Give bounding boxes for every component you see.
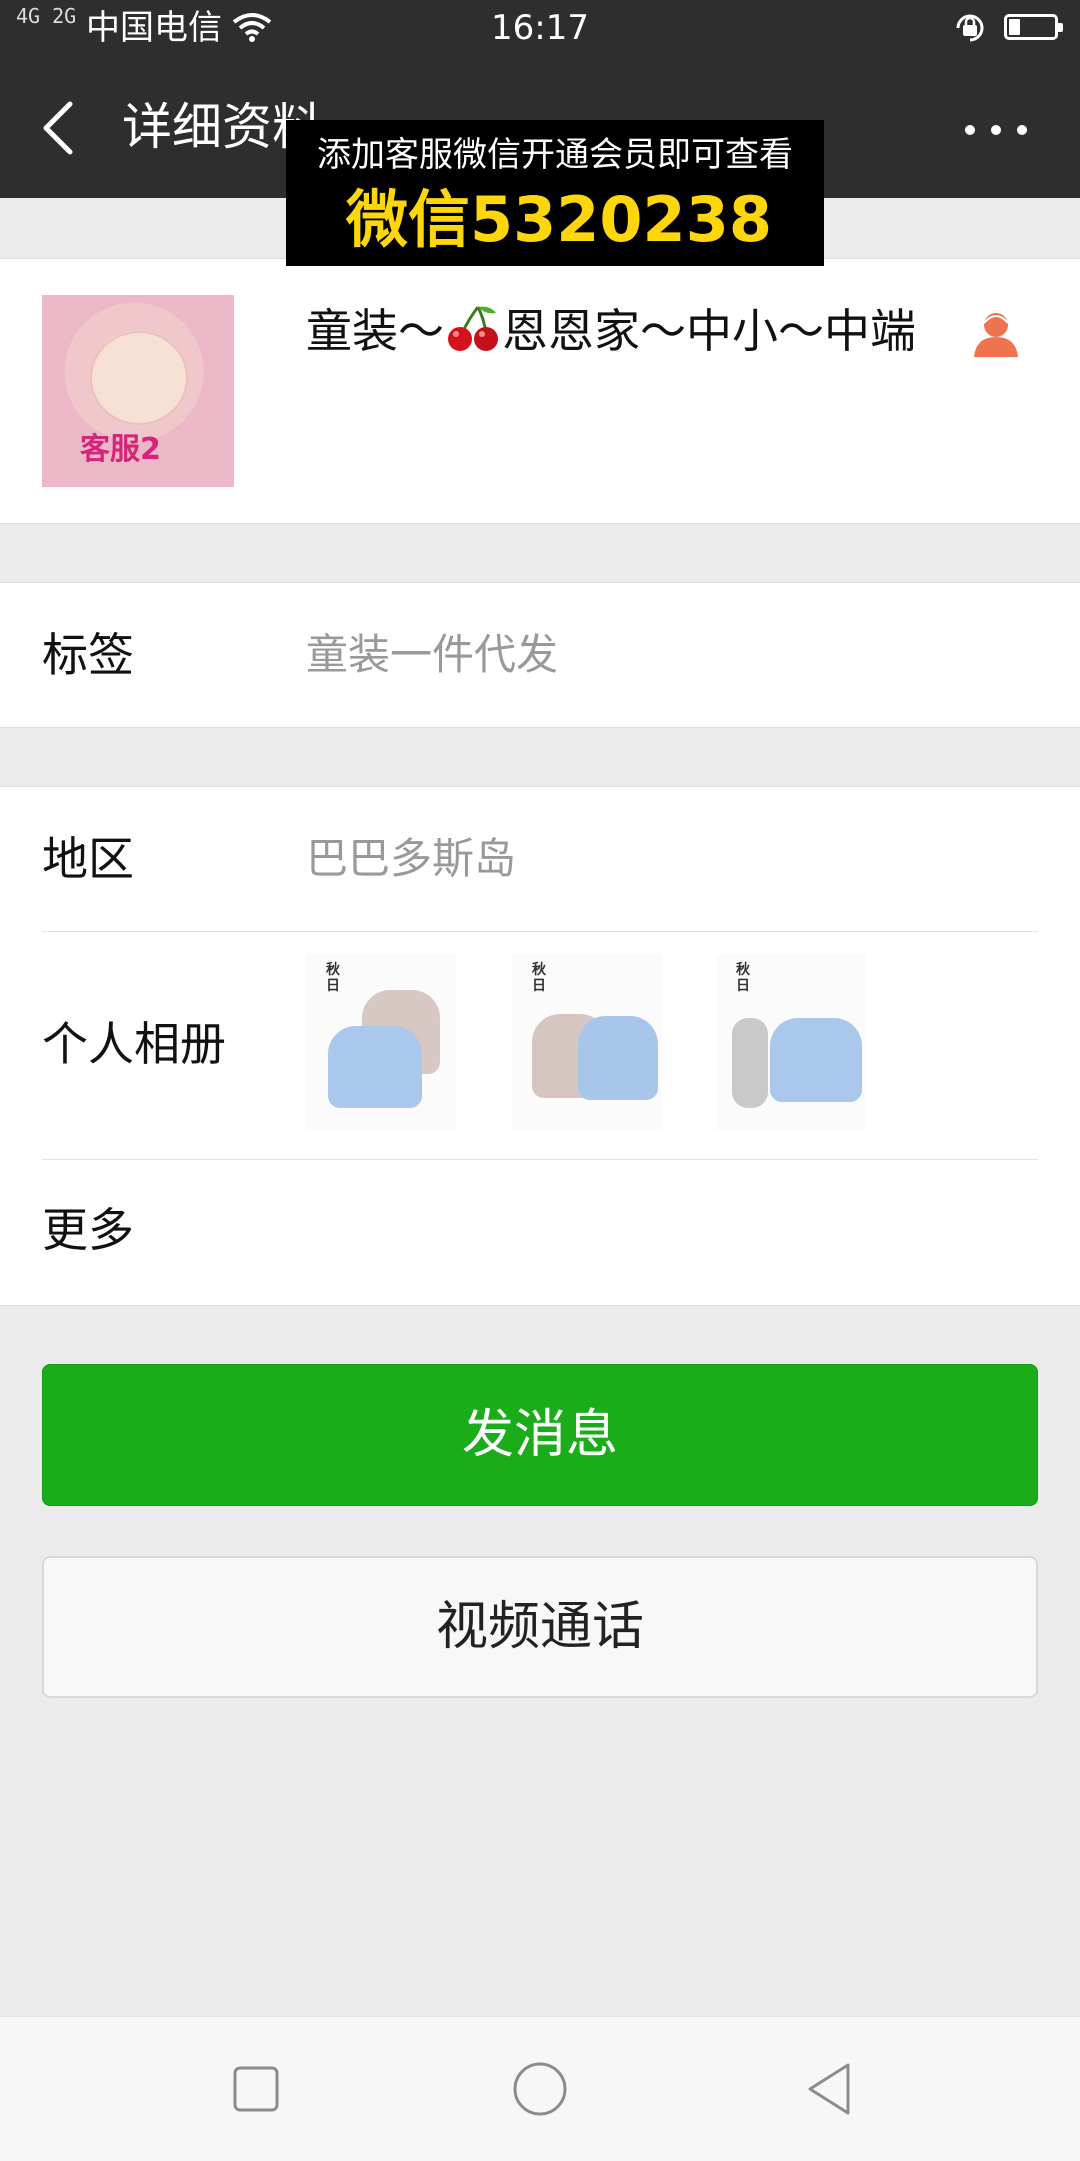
profile-card: 客服2 童装～ 恩恩家～中小～中端 xyxy=(0,258,1080,524)
more-dots-icon[interactable] xyxy=(960,110,1032,150)
info-group: 地区 巴巴多斯岛 个人相册 秋日 秋日 秋日 更多 xyxy=(0,786,1080,1306)
system-nav-bar xyxy=(0,2016,1080,2161)
album-photo[interactable]: 秋日 xyxy=(512,954,662,1130)
album-photo[interactable]: 秋日 xyxy=(716,954,866,1130)
photo-tag: 秋日 xyxy=(532,962,546,994)
status-bar: 4G 2G 中国电信 16:17 xyxy=(0,0,1080,56)
battery-level xyxy=(1009,19,1020,35)
nickname-part2: 恩恩家～中小～中端 xyxy=(502,304,916,358)
tags-row[interactable]: 标签 童装一件代发 xyxy=(0,583,1080,727)
triangle-back-icon[interactable] xyxy=(802,2061,858,2117)
video-call-button[interactable]: 视频通话 xyxy=(42,1556,1038,1698)
female-gender-icon xyxy=(974,313,1018,357)
square-icon[interactable] xyxy=(232,2065,280,2113)
cherry-icon xyxy=(448,306,498,351)
rotation-lock-icon xyxy=(956,14,984,42)
more-row[interactable]: 更多 xyxy=(0,1160,1080,1305)
album-label: 个人相册 xyxy=(42,1017,226,1071)
avatar-baby-face xyxy=(90,331,188,425)
avatar[interactable]: 客服2 xyxy=(42,295,234,487)
region-label: 地区 xyxy=(42,832,134,886)
battery-icon xyxy=(1004,14,1063,40)
album-row[interactable]: 个人相册 秋日 秋日 秋日 xyxy=(0,932,1080,1158)
photo-tag: 秋日 xyxy=(736,962,750,994)
circle-icon[interactable] xyxy=(512,2061,568,2117)
album-photo[interactable]: 秋日 xyxy=(306,954,456,1130)
nickname: 童装～ 恩恩家～中小～中端 xyxy=(306,303,916,359)
photo-tag: 秋日 xyxy=(326,962,340,994)
promo-line-1: 添加客服微信开通会员即可查看 xyxy=(317,135,793,175)
more-label: 更多 xyxy=(42,1203,134,1257)
shirt-blue xyxy=(328,1026,422,1108)
shirt-blue xyxy=(770,1018,862,1102)
clock: 16:17 xyxy=(491,8,589,48)
send-message-button[interactable]: 发消息 xyxy=(42,1364,1038,1506)
chevron-left-icon[interactable] xyxy=(38,98,78,158)
nickname-part1: 童装～ xyxy=(306,304,444,358)
avatar-badge: 客服2 xyxy=(80,432,161,467)
region-row: 地区 巴巴多斯岛 xyxy=(0,787,1080,931)
promo-line-2: 微信5320238 xyxy=(346,183,772,256)
tags-group: 标签 童装一件代发 xyxy=(0,582,1080,728)
region-value: 巴巴多斯岛 xyxy=(306,834,517,883)
tags-label: 标签 xyxy=(42,628,134,682)
toy-figure xyxy=(732,1018,768,1108)
promo-overlay: 添加客服微信开通会员即可查看 微信5320238 xyxy=(286,120,824,266)
shirt-blue xyxy=(578,1016,658,1100)
tags-value: 童装一件代发 xyxy=(306,630,559,679)
